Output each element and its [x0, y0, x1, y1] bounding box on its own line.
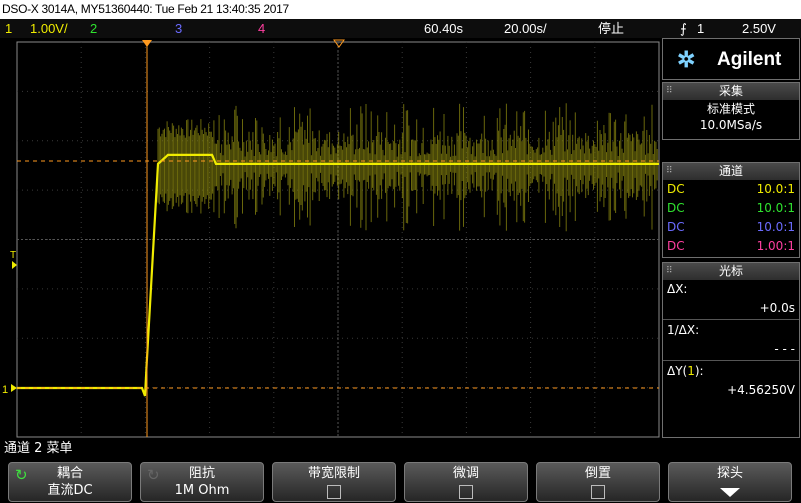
channel-row-4[interactable]: DC 1.00:1 [663, 237, 799, 256]
channel-row-1[interactable]: DC 10.0:1 [663, 180, 799, 199]
invert-checkbox [591, 485, 605, 499]
trigger-edge-icon: ⨍ [680, 21, 687, 36]
window-title: DSO-X 3014A, MY51360440: Tue Feb 21 13:4… [0, 0, 801, 19]
acquire-rate: 10.0MSa/s [699, 118, 763, 132]
dx-label: ΔX: [667, 282, 688, 296]
channel-row-2[interactable]: DC 10.0:1 [663, 199, 799, 218]
channels-panel: ⠿ 通道 DC 10.0:1 DC 10.0:1 DC 10.0:1 DC 1.00:1 [662, 162, 800, 258]
softkey-bandwidth-limit[interactable]: 带宽限制 [272, 462, 396, 502]
inv-dx-label: 1/ΔX: [667, 323, 700, 337]
grid-lines [17, 42, 659, 437]
ch1-noise-band [157, 103, 658, 232]
dy-label: ΔY(1): [667, 364, 704, 378]
channels-header: 通道 [718, 164, 743, 178]
rotate-knob-icon: ↻ [147, 466, 160, 484]
trigger-level-arrow [12, 261, 17, 269]
ch1-ground-arrow [11, 384, 17, 392]
status-bar: 1 1.00V/ 2 3 4 60.40s 20.00s/ 停止 ⨍ 1 2.5… [0, 19, 801, 38]
run-state[interactable]: 停止 [598, 19, 624, 38]
trigger-position-marker [142, 40, 152, 47]
channel-row-3[interactable]: DC 10.0:1 [663, 218, 799, 237]
dy-value: +4.56250V [727, 383, 795, 397]
brand-logo: ✲ Agilent [662, 38, 800, 80]
time-scale[interactable]: 20.00s/ [504, 19, 547, 38]
inv-dx-value: - - - [774, 342, 795, 356]
softkey-fine[interactable]: 微调 [404, 462, 528, 502]
submenu-arrow-icon [720, 488, 740, 497]
time-offset[interactable]: 60.40s [424, 19, 463, 38]
fine-checkbox [459, 485, 473, 499]
menu-title: 通道 2 菜单 [4, 441, 73, 456]
bw-limit-checkbox [327, 485, 341, 499]
ch4-number[interactable]: 4 [258, 19, 265, 38]
agilent-spark-icon: ✲ [677, 47, 696, 72]
rotate-knob-icon: ↻ [15, 466, 28, 484]
side-panel: ✲ Agilent ⠿ 采集 标准模式 10.0MSa/s ⠿ 通道 DC 10.0:… [662, 38, 801, 438]
trigger-level-marker: T [10, 250, 16, 261]
acquire-header: 采集 [718, 84, 743, 98]
ch2-number[interactable]: 2 [90, 19, 97, 38]
ch1-ground-marker: 1 [2, 384, 8, 396]
cursor-panel: ⠿ 光标 ΔX: +0.0s 1/ΔX: - - - ΔY(1): +4.5625… [662, 262, 800, 438]
ch3-number[interactable]: 3 [175, 19, 182, 38]
acquire-panel: ⠿ 采集 标准模式 10.0MSa/s [662, 82, 800, 140]
softkey-impedance[interactable]: ↻ 阻抗 1M Ohm [140, 462, 264, 502]
dx-value: +0.0s [759, 301, 795, 315]
cursor-header: 光标 [718, 264, 743, 278]
ch1-number[interactable]: 1 [5, 19, 12, 38]
softkey-invert[interactable]: 倒置 [536, 462, 660, 502]
softkey-coupling[interactable]: ↻ 耦合 直流DC [8, 462, 132, 502]
trigger-source[interactable]: 1 [697, 19, 704, 38]
softkey-probe[interactable]: 探头 [668, 462, 792, 502]
waveform-display[interactable]: 1 T [0, 38, 661, 438]
softkey-bar: ↻ 耦合 直流DC ↻ 阻抗 1M Ohm 带宽限制 微调 倒置 探头 [0, 458, 801, 502]
time-reference-marker [333, 39, 345, 48]
graticule: 1 T [2, 39, 660, 438]
trigger-level[interactable]: 2.50V [742, 19, 776, 38]
ch1-scale[interactable]: 1.00V/ [30, 19, 68, 38]
